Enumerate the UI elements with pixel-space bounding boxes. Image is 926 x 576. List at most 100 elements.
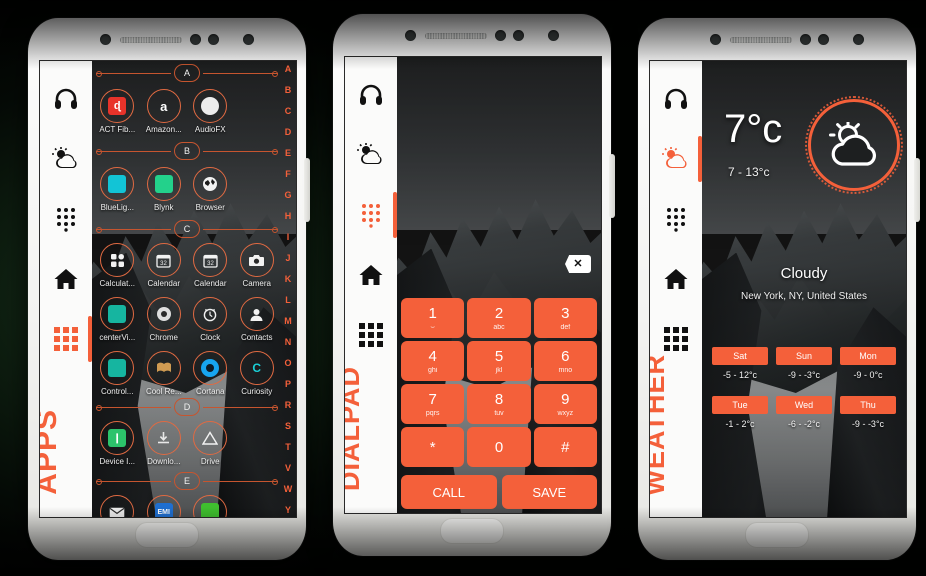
- dialpad-icon[interactable]: [345, 191, 397, 239]
- headphones-icon[interactable]: [345, 71, 397, 119]
- app-item[interactable]: Camera: [234, 243, 281, 288]
- phone-side-button[interactable]: [914, 158, 920, 222]
- dialpad-keys: 1 ⌣ 2 abc 3 def 4 ghi 5 jkl 6 mno 7 pqrs…: [401, 298, 597, 467]
- dialpad-icon[interactable]: [40, 195, 92, 243]
- weather-icon[interactable]: [345, 131, 397, 179]
- apps-grid-icon[interactable]: [345, 311, 397, 359]
- app-item[interactable]: AudioFX: [187, 89, 234, 134]
- alpha-letter[interactable]: G: [284, 191, 291, 200]
- home-icon[interactable]: [40, 255, 92, 303]
- alpha-letter[interactable]: O: [284, 359, 291, 368]
- weather-icon[interactable]: [40, 135, 92, 183]
- call-button[interactable]: CALL: [401, 475, 497, 509]
- app-label: Browser: [195, 203, 225, 212]
- app-item[interactable]: Browser: [187, 167, 234, 212]
- app-item[interactable]: Blynk: [141, 167, 188, 212]
- alpha-letter[interactable]: N: [285, 338, 292, 347]
- alpha-letter[interactable]: D: [285, 128, 292, 137]
- dial-key-7[interactable]: 7 pqrs: [401, 384, 465, 424]
- dial-key-hash[interactable]: #: [533, 427, 597, 467]
- phone-side-button[interactable]: [304, 158, 310, 222]
- dialpad-icon[interactable]: [650, 195, 702, 243]
- headphones-icon[interactable]: [650, 75, 702, 123]
- alpha-letter[interactable]: M: [284, 317, 292, 326]
- alpha-letter[interactable]: F: [285, 170, 291, 179]
- dial-key-1[interactable]: 1 ⌣: [401, 298, 465, 338]
- wallpaper-showcase: A ɖ ACT Fib... a Amazon... AudioFX B Blu…: [0, 0, 926, 576]
- dial-key-9[interactable]: 9 wxyz: [533, 384, 597, 424]
- home-icon[interactable]: [345, 251, 397, 299]
- app-item[interactable]: a Amazon...: [141, 89, 188, 134]
- dial-key-3[interactable]: 3 def: [533, 298, 597, 338]
- dial-key-6[interactable]: 6 mno: [533, 341, 597, 381]
- app-item[interactable]: Drive: [187, 421, 234, 466]
- alpha-letter[interactable]: W: [284, 485, 293, 494]
- app-item[interactable]: Contacts: [234, 297, 281, 342]
- app-item[interactable]: Chrome: [141, 297, 188, 342]
- alpha-letter[interactable]: L: [285, 296, 291, 305]
- apps-grid-icon[interactable]: [40, 315, 92, 363]
- forecast-day-range: -1 - 2°c: [725, 419, 755, 429]
- alpha-letter[interactable]: H: [285, 212, 292, 221]
- app-item[interactable]: Evernote: [187, 495, 234, 517]
- dial-key-8[interactable]: 8 tuv: [467, 384, 531, 424]
- weather-icon[interactable]: [650, 135, 702, 183]
- forecast-day[interactable]: Tue -1 - 2°c: [712, 396, 768, 429]
- app-item[interactable]: Cortana: [187, 351, 234, 396]
- alpha-letter[interactable]: C: [285, 107, 292, 116]
- app-item[interactable]: Control...: [94, 351, 141, 396]
- app-item[interactable]: BlueLig...: [94, 167, 141, 212]
- dial-key-0[interactable]: 0: [467, 427, 531, 467]
- alpha-letter[interactable]: S: [285, 422, 291, 431]
- alpha-letter[interactable]: T: [285, 443, 291, 452]
- alphabet-index[interactable]: A B C D E F G H I J K L M N O P R S T V …: [280, 61, 296, 517]
- app-item[interactable]: C Curiosity: [234, 351, 281, 396]
- save-button[interactable]: SAVE: [501, 475, 597, 509]
- app-item[interactable]: ❙ Device I...: [94, 421, 141, 466]
- home-button[interactable]: [440, 518, 504, 544]
- app-item[interactable]: Email: [94, 495, 141, 517]
- app-label: Clock: [200, 333, 221, 342]
- forecast-day[interactable]: Mon -9 - 0°c: [840, 347, 896, 380]
- email-icon: [100, 495, 135, 517]
- app-item[interactable]: ɖ ACT Fib...: [94, 89, 141, 134]
- headphones-icon[interactable]: [40, 75, 92, 123]
- alpha-letter[interactable]: R: [285, 401, 292, 410]
- app-item[interactable]: Clock: [187, 297, 234, 342]
- alpha-letter[interactable]: I: [287, 233, 290, 242]
- home-button[interactable]: [135, 522, 199, 548]
- alpha-letter[interactable]: A: [285, 65, 292, 74]
- clear-backspace-icon[interactable]: ✕: [565, 255, 591, 273]
- app-item[interactable]: centerVi...: [94, 297, 141, 342]
- alpha-letter[interactable]: Y: [285, 506, 291, 515]
- dial-key-4[interactable]: 4 ghi: [401, 341, 465, 381]
- dial-key-2[interactable]: 2 abc: [467, 298, 531, 338]
- alpha-letter[interactable]: P: [285, 380, 291, 389]
- forecast-day[interactable]: Thu -9 - -3°c: [840, 396, 896, 429]
- app-row: Email EMI EMI Cal Evernote: [94, 495, 280, 517]
- alpha-letter[interactable]: J: [285, 254, 290, 263]
- key-digit: 5: [494, 347, 504, 365]
- alpha-letter[interactable]: B: [285, 86, 292, 95]
- dial-key-5[interactable]: 5 jkl: [467, 341, 531, 381]
- alpha-letter[interactable]: V: [285, 464, 291, 473]
- forecast-day[interactable]: Wed -6 - -2°c: [776, 396, 832, 429]
- dial-key-star[interactable]: *: [401, 427, 465, 467]
- app-item[interactable]: Downlo...: [141, 421, 188, 466]
- forecast-day[interactable]: Sat -5 - 12°c: [712, 347, 768, 380]
- phone-side-button[interactable]: [609, 154, 615, 218]
- side-dock: WEATHER: [650, 61, 702, 517]
- app-item[interactable]: Calculat...: [94, 243, 141, 288]
- camera-icon: [239, 243, 274, 277]
- app-item[interactable]: EMI EMI Cal: [141, 495, 188, 517]
- alpha-letter[interactable]: K: [285, 275, 292, 284]
- app-item[interactable]: 32 Calendar: [141, 243, 188, 288]
- app-item[interactable]: 32 Calendar: [187, 243, 234, 288]
- bluelight-icon: [100, 167, 135, 201]
- home-button[interactable]: [745, 522, 809, 548]
- alpha-letter[interactable]: E: [285, 149, 291, 158]
- app-item[interactable]: Cool Re...: [141, 351, 188, 396]
- key-digit: *: [429, 438, 436, 456]
- home-icon[interactable]: [650, 255, 702, 303]
- forecast-day[interactable]: Sun -9 - -3°c: [776, 347, 832, 380]
